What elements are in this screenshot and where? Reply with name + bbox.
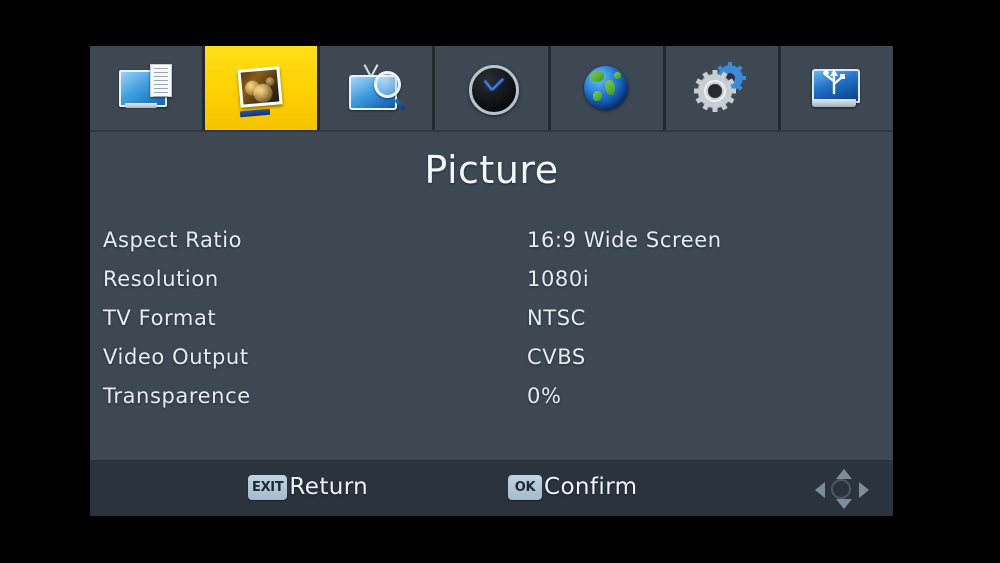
clock-icon: [462, 62, 520, 115]
gears-icon: [693, 62, 751, 114]
tab-search[interactable]: [320, 46, 436, 130]
settings-list: Aspect Ratio 16:9 Wide Screen Resolution…: [90, 220, 893, 415]
setting-row-tv-format[interactable]: TV Format NTSC: [90, 298, 893, 337]
setting-value: 0%: [527, 383, 562, 408]
usb-drive-icon: [808, 62, 866, 114]
menu-tab-bar: [90, 46, 893, 132]
confirm-label: Confirm: [544, 474, 638, 500]
setting-value: NTSC: [527, 305, 586, 330]
setting-row-video-output[interactable]: Video Output CVBS: [90, 337, 893, 376]
tab-system[interactable]: [665, 46, 781, 130]
photo-icon: [232, 62, 290, 118]
monitor-document-icon: [117, 62, 175, 114]
dpad-icon: [815, 469, 869, 509]
return-label: Return: [289, 474, 369, 500]
setting-value: 16:9 Wide Screen: [527, 227, 722, 252]
tab-usb[interactable]: [780, 46, 893, 130]
panel-body: Picture Aspect Ratio 16:9 Wide Screen Re…: [90, 132, 893, 516]
setting-label: TV Format: [103, 305, 217, 330]
setting-row-aspect-ratio[interactable]: Aspect Ratio 16:9 Wide Screen: [90, 220, 893, 259]
tv-magnifier-icon: [347, 62, 407, 114]
hint-return[interactable]: EXIT Return: [248, 474, 368, 500]
setting-label: Video Output: [103, 344, 249, 369]
setting-label: Aspect Ratio: [103, 227, 243, 252]
ok-key-badge: OK: [508, 474, 542, 500]
footer-hint-bar: EXIT Return OK Confirm: [90, 460, 893, 516]
setting-row-resolution[interactable]: Resolution 1080i: [90, 259, 893, 298]
osd-panel: Picture Aspect Ratio 16:9 Wide Screen Re…: [90, 46, 893, 516]
globe-icon: [578, 62, 636, 114]
tv-osd-screen: Picture Aspect Ratio 16:9 Wide Screen Re…: [0, 0, 1000, 563]
tab-time[interactable]: [435, 46, 551, 130]
exit-key-badge: EXIT: [248, 474, 288, 500]
tab-picture[interactable]: [205, 46, 321, 130]
setting-label: Transparence: [103, 383, 251, 408]
tab-option[interactable]: [550, 46, 666, 130]
page-title: Picture: [424, 148, 559, 192]
hint-confirm[interactable]: OK Confirm: [508, 474, 637, 500]
setting-row-transparence[interactable]: Transparence 0%: [90, 376, 893, 415]
setting-label: Resolution: [103, 266, 219, 291]
tab-program[interactable]: [90, 46, 206, 130]
setting-value: 1080i: [527, 266, 590, 291]
setting-value: CVBS: [527, 344, 586, 369]
